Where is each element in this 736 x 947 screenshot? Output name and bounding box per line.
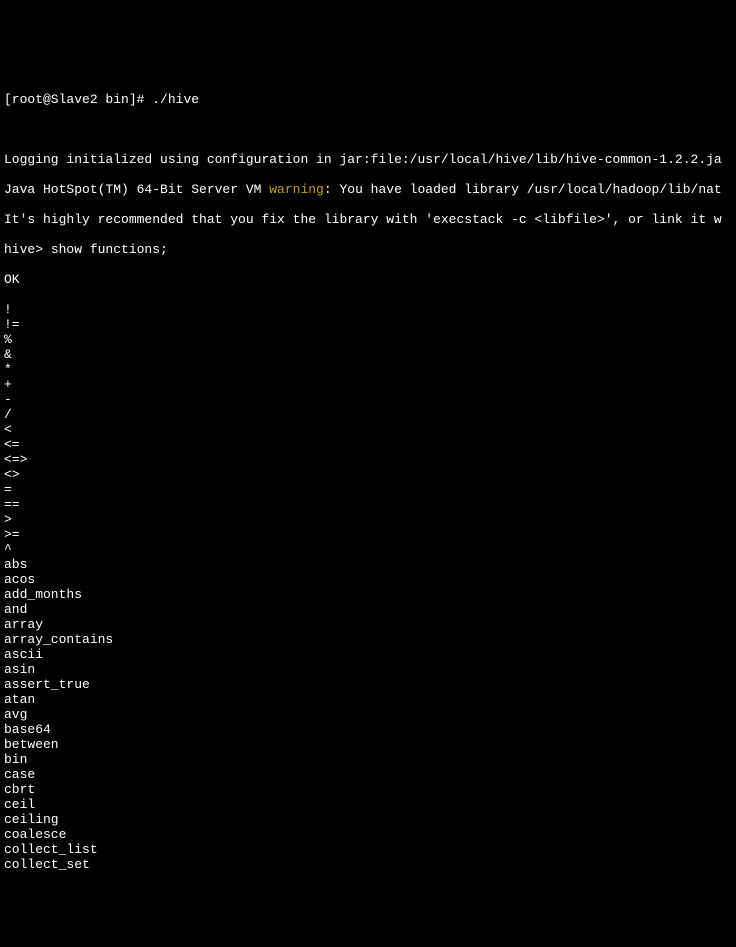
hotspot-suffix: : You have loaded library /usr/local/had… — [324, 182, 722, 197]
function-item: cbrt — [4, 782, 732, 797]
function-item: / — [4, 407, 732, 422]
hive-prompt: hive> — [4, 242, 51, 257]
functions-output: !!=%&*+-/<<=<=><>===>>=^absacosadd_month… — [4, 302, 732, 872]
function-item: assert_true — [4, 677, 732, 692]
function-item: atan — [4, 692, 732, 707]
shell-command: ./hive — [152, 92, 199, 107]
function-item: = — [4, 482, 732, 497]
function-item: asin — [4, 662, 732, 677]
function-item: avg — [4, 707, 732, 722]
function-item: case — [4, 767, 732, 782]
function-item: collect_set — [4, 857, 732, 872]
function-item: % — [4, 332, 732, 347]
function-item: < — [4, 422, 732, 437]
terminal-line-recommend: It's highly recommended that you fix the… — [4, 212, 732, 227]
function-item: & — [4, 347, 732, 362]
function-item: * — [4, 362, 732, 377]
hive-command: show functions; — [51, 242, 168, 257]
terminal-line-ok: OK — [4, 272, 732, 287]
function-item: ascii — [4, 647, 732, 662]
function-item: acos — [4, 572, 732, 587]
terminal-line-prompt: [root@Slave2 bin]# ./hive — [4, 92, 732, 107]
function-item: collect_list — [4, 842, 732, 857]
function-item: <> — [4, 467, 732, 482]
function-item: ceil — [4, 797, 732, 812]
function-item: <=> — [4, 452, 732, 467]
function-item: != — [4, 317, 732, 332]
terminal-line-blank — [4, 122, 732, 137]
function-item: base64 — [4, 722, 732, 737]
function-item: array_contains — [4, 632, 732, 647]
function-item: ! — [4, 302, 732, 317]
terminal-line-hive: hive> show functions; — [4, 242, 732, 257]
hotspot-prefix: Java HotSpot(TM) 64-Bit Server VM — [4, 182, 269, 197]
function-item: bin — [4, 752, 732, 767]
function-item: == — [4, 497, 732, 512]
function-item: coalesce — [4, 827, 732, 842]
function-item: array — [4, 617, 732, 632]
terminal-line-top — [4, 62, 732, 77]
function-item: and — [4, 602, 732, 617]
function-item: ceiling — [4, 812, 732, 827]
function-item: + — [4, 377, 732, 392]
function-item: > — [4, 512, 732, 527]
function-item: abs — [4, 557, 732, 572]
function-item: - — [4, 392, 732, 407]
function-item: <= — [4, 437, 732, 452]
function-item: add_months — [4, 587, 732, 602]
function-item: between — [4, 737, 732, 752]
terminal-line-hotspot: Java HotSpot(TM) 64-Bit Server VM warnin… — [4, 182, 732, 197]
function-item: ^ — [4, 542, 732, 557]
shell-prompt: [root@Slave2 bin]# — [4, 92, 152, 107]
terminal-line-log: Logging initialized using configuration … — [4, 152, 732, 167]
hotspot-warning: warning — [269, 182, 324, 197]
function-item: >= — [4, 527, 732, 542]
